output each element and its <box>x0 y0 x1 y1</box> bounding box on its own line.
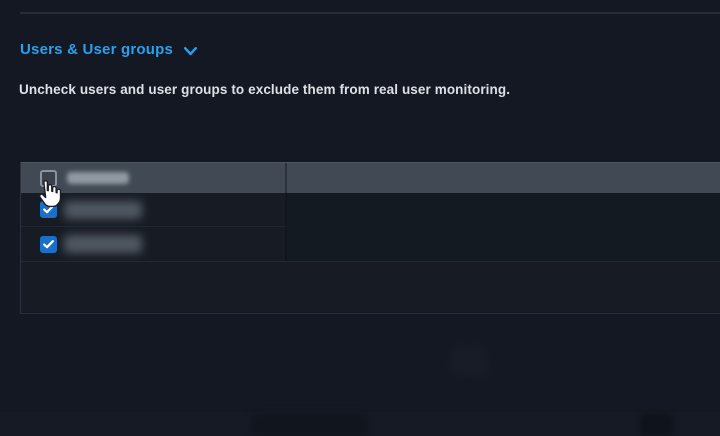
users-groups-section-toggle[interactable]: Users & User groups <box>20 41 197 58</box>
table-header-cell-empty <box>287 163 720 193</box>
row-checkbox[interactable] <box>40 201 57 218</box>
row-checkbox[interactable] <box>40 236 57 253</box>
row-label-redacted <box>64 201 142 219</box>
header-label-redacted <box>67 172 129 184</box>
section-description: Uncheck users and user groups to exclude… <box>19 82 510 97</box>
table-header-cell-select <box>21 163 287 193</box>
row-cell-empty <box>287 227 720 261</box>
row-label-redacted <box>64 235 142 253</box>
chevron-down-icon[interactable] <box>184 47 197 56</box>
faded-bottom-patch <box>640 413 673 436</box>
faded-background-blob <box>450 346 488 376</box>
section-title[interactable]: Users & User groups <box>20 41 173 58</box>
table-header-row[interactable] <box>21 162 720 193</box>
faded-bottom-patch <box>250 413 368 436</box>
row-cell-empty <box>287 193 720 227</box>
table-row[interactable] <box>21 227 720 262</box>
top-divider <box>20 12 720 14</box>
table-row[interactable] <box>21 193 720 227</box>
row-cell-select <box>21 227 287 261</box>
row-cell-select <box>21 193 287 227</box>
users-groups-table <box>20 162 720 314</box>
settings-page: { "colors": { "page_bg": "#141822", "acc… <box>0 0 720 436</box>
select-all-checkbox[interactable] <box>40 170 57 187</box>
table-empty-footer <box>21 262 720 312</box>
